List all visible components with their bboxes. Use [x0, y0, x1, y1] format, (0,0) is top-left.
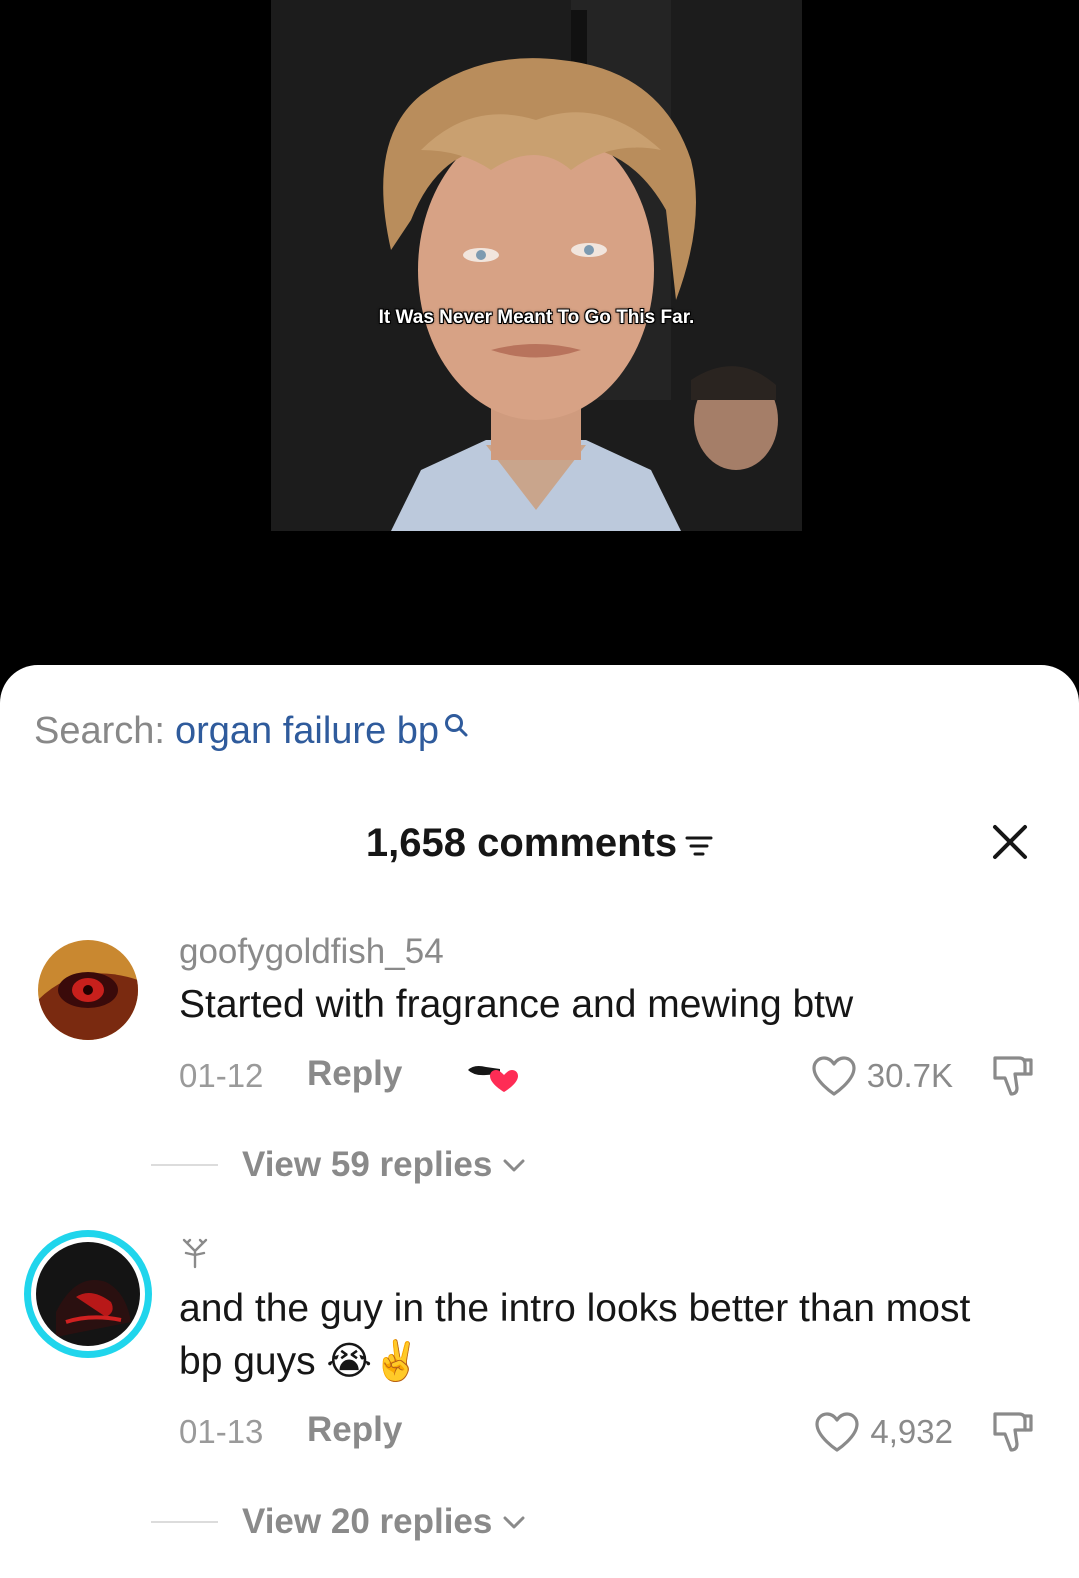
dislike-icon[interactable] — [989, 1406, 1037, 1454]
divider-line — [151, 1521, 218, 1523]
view-replies-button[interactable]: View 20 replies — [151, 1502, 526, 1542]
like-button[interactable]: 30.7K — [811, 1055, 953, 1097]
video-caption: It Was Never Meant To Go This Far. — [378, 307, 695, 328]
comments-header: 1,658 comments — [0, 818, 1079, 868]
chevron-down-icon — [503, 1516, 525, 1529]
dislike-icon[interactable] — [989, 1050, 1037, 1098]
avatar[interactable] — [38, 940, 138, 1040]
comments-count: 1,658 comments — [365, 820, 678, 865]
chevron-down-icon — [503, 1159, 525, 1172]
comment-text: Started with fragrance and mewing btw — [179, 983, 854, 1026]
heart-icon — [812, 1056, 856, 1096]
like-count: 4,932 — [870, 1413, 953, 1450]
search-suggestion[interactable]: Search: organ failure bp — [34, 710, 469, 753]
creator-liked-icon — [468, 1066, 518, 1092]
view-replies-button[interactable]: View 59 replies — [151, 1145, 526, 1185]
avatar-image — [36, 1242, 140, 1346]
reply-button[interactable]: Reply — [307, 1410, 402, 1450]
close-icon[interactable] — [991, 823, 1029, 861]
comment-date: 01-12 — [179, 1057, 264, 1094]
video-frame[interactable]: It Was Never Meant To Go This Far. — [271, 0, 802, 531]
like-count: 30.7K — [866, 1057, 953, 1094]
view-replies-label: View 20 replies — [242, 1502, 493, 1541]
heart-icon — [815, 1412, 860, 1452]
like-button[interactable]: 4,932 — [814, 1411, 953, 1453]
reply-button[interactable]: Reply — [307, 1054, 402, 1094]
comment-text: and the guy in the intro looks better th… — [179, 1287, 971, 1383]
video-player[interactable]: It Was Never Meant To Go This Far. — [0, 0, 1079, 700]
search-prefix: Search: — [34, 710, 165, 752]
video-thumbnail-image — [271, 0, 802, 531]
divider-line — [151, 1164, 218, 1166]
comments-sheet: Search: organ failure bp 1,658 comments — [0, 665, 1079, 1578]
search-icon — [445, 714, 468, 737]
avatar-image — [38, 940, 138, 1040]
comment-date: 01-13 — [179, 1413, 264, 1450]
comment-username[interactable]: goofygoldfish_54 — [179, 932, 444, 972]
sort-icon[interactable] — [685, 833, 713, 859]
view-replies-label: View 59 replies — [242, 1145, 493, 1184]
search-query-link[interactable]: organ failure bp — [175, 710, 439, 753]
avatar-story-ring[interactable] — [24, 1230, 152, 1358]
tree-glyph-icon[interactable] — [180, 1237, 210, 1269]
